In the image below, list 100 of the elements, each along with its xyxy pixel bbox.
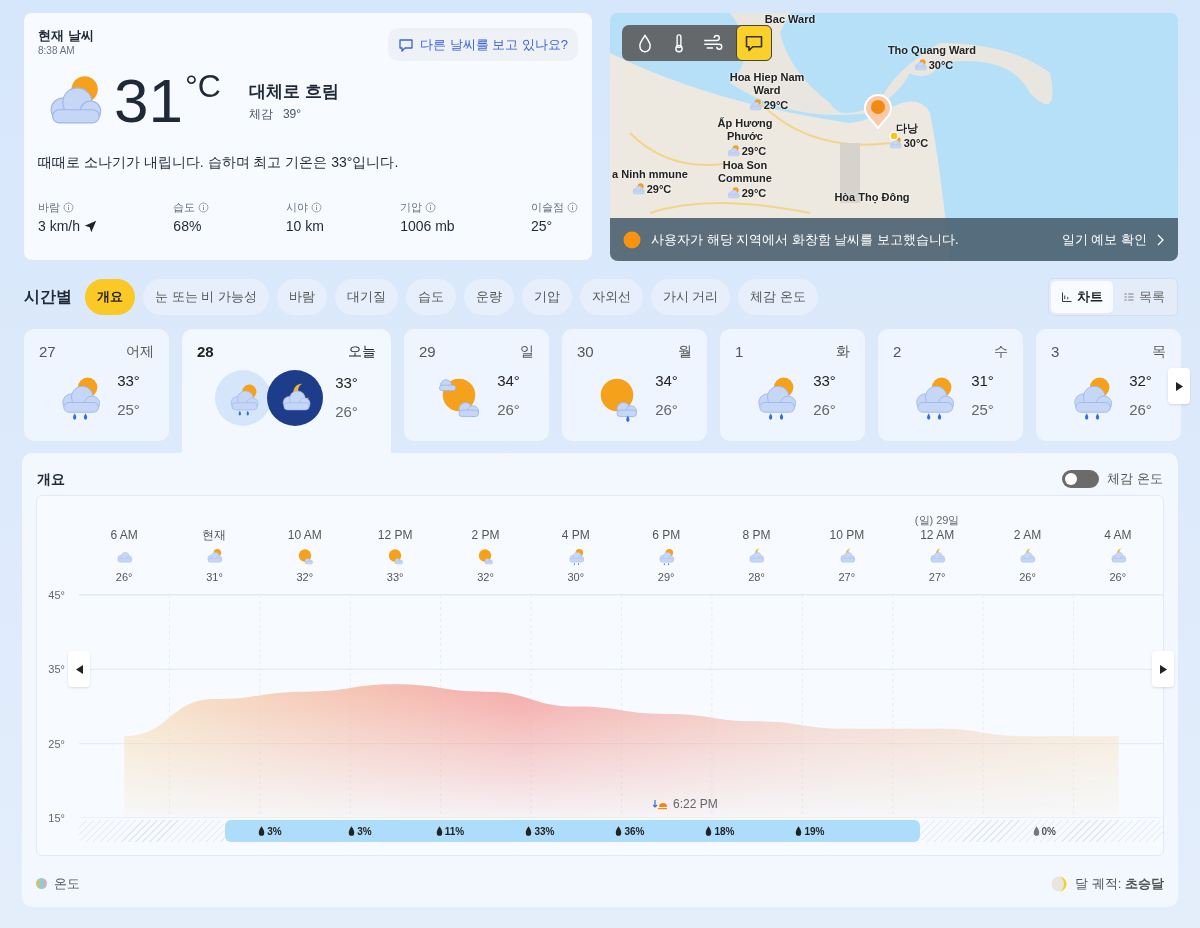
water-drop-icon: [258, 826, 266, 836]
day-name: 일: [520, 342, 534, 361]
day-card[interactable]: 2 수 31° 25°: [878, 329, 1023, 441]
hour-label: 8 PM: [742, 526, 771, 543]
toggle-label: 체감 온도: [1107, 470, 1163, 489]
day-date: 1: [735, 342, 744, 362]
water-drop-icon: [795, 826, 803, 836]
filter-tab[interactable]: 운량: [463, 279, 514, 315]
place-label: Tho Quang Ward: [887, 44, 977, 57]
previous-button[interactable]: [68, 651, 90, 687]
caret-left-icon: [75, 664, 83, 674]
hour-temperature: 26°: [1109, 569, 1127, 585]
weather-summary: 때때로 소나기가 내립니다. 습하며 최고 기온은 33°입니다.: [38, 153, 400, 172]
low-temperature: 26°: [813, 399, 836, 420]
filter-tab[interactable]: 개요: [85, 279, 135, 315]
temperature: 31: [114, 70, 183, 132]
axis-label: 25°: [48, 736, 65, 752]
hour-label: 12 AM: [920, 526, 955, 543]
wind-direction-icon: [84, 219, 97, 233]
axis-label: 35°: [48, 662, 65, 678]
day-card[interactable]: 3 목 32° 26°: [1036, 329, 1181, 441]
chart-icon: [1061, 291, 1073, 303]
info-icon[interactable]: [198, 201, 210, 213]
view-tab[interactable]: 목록: [1113, 281, 1175, 313]
filter-tab[interactable]: 체감 온도: [738, 279, 819, 315]
next-button[interactable]: [1168, 368, 1190, 404]
update-time: 8:38 AM: [38, 44, 76, 57]
caret-right-icon: [1159, 664, 1167, 674]
filter-tab[interactable]: 가시 거리: [650, 279, 731, 315]
day-card[interactable]: 30 월 34° 26°: [562, 329, 707, 441]
forecast-link[interactable]: 일기 예보 확인: [1061, 229, 1165, 250]
low-temperature: 26°: [335, 401, 358, 422]
filter-tab[interactable]: 바람: [276, 279, 327, 315]
filter-tab[interactable]: 눈 또는 비 가능성: [143, 279, 269, 315]
place-label: Hoa Hiep Nam Ward: [728, 71, 806, 97]
water-drop-icon: [1032, 826, 1040, 836]
high-temperature: 32°: [1129, 371, 1152, 391]
chevron-right-icon: [1155, 233, 1165, 246]
day-name: 화: [836, 342, 850, 361]
toggle-switch[interactable]: [1062, 470, 1100, 488]
moon-phase-text: 달 궤적: 초승달: [1075, 875, 1164, 893]
info-icon[interactable]: [310, 201, 322, 213]
section-title: 시간별: [24, 287, 72, 307]
place-label: Bac Ward: [764, 13, 816, 26]
hour-temperature: 32°: [296, 569, 314, 585]
day-name: 어제: [126, 342, 154, 361]
day-name: 수: [994, 342, 1008, 361]
chat-icon: [397, 36, 414, 53]
stat-value: 25°: [531, 216, 553, 236]
panel-title: 개요: [37, 469, 65, 489]
place-label: 다낭: [896, 122, 918, 135]
filter-tab[interactable]: 자외선: [579, 279, 643, 315]
chat-icon: [744, 33, 764, 53]
hour-temperature: 26°: [1019, 569, 1036, 585]
day-date: 27: [39, 342, 56, 362]
low-temperature: 26°: [1129, 399, 1152, 420]
day-card[interactable]: 28 오늘 33° 26°: [182, 329, 391, 453]
day-card[interactable]: 29 일 34° 26°: [404, 329, 549, 441]
place-label: Hòa Thọ Đông: [834, 191, 910, 204]
low-temperature: 25°: [971, 399, 994, 420]
feels-like-label: 체감: [248, 105, 273, 123]
low-temperature: 26°: [497, 399, 520, 420]
hour-temperature: 26°: [115, 569, 133, 585]
day-date: 28: [197, 342, 214, 362]
day-date: 30: [577, 342, 594, 362]
high-temperature: 31°: [971, 371, 994, 391]
day-name: 월: [678, 342, 692, 361]
stat-label: 습도: [173, 200, 196, 215]
place-temperature: 29°C: [763, 98, 789, 112]
filter-tab[interactable]: 기압: [521, 279, 572, 315]
caret-right-icon: [1175, 381, 1183, 391]
high-temperature: 33°: [335, 373, 358, 393]
stat-value: 3 km/h: [38, 216, 80, 236]
feedback-button[interactable]: 다른 날씨를 보고 있나요?: [387, 28, 578, 61]
filter-tab[interactable]: 습도: [405, 279, 456, 315]
next-button[interactable]: [1152, 651, 1174, 687]
day-card[interactable]: 1 화 33° 26°: [720, 329, 865, 441]
hour-temperature: 31°: [206, 569, 223, 585]
sunset-icon: [653, 798, 668, 810]
water-drop-icon: [615, 826, 623, 836]
place-label: a Ninh mmune: [612, 168, 688, 181]
date-label: (일) 29일: [914, 512, 960, 527]
hour-temperature: 32°: [477, 569, 494, 585]
hour-label: 2 PM: [471, 526, 500, 543]
hour-label: 10 PM: [829, 526, 865, 543]
day-card[interactable]: 27 어제 33° 25°: [24, 329, 169, 441]
map-layer-button[interactable]: [736, 25, 772, 61]
axis-label: 45°: [48, 587, 65, 603]
hour-temperature: 30°: [567, 569, 585, 585]
hour-temperature: 27°: [838, 569, 856, 585]
legend-label: 온도: [54, 875, 80, 893]
filter-tab[interactable]: 대기질: [334, 279, 398, 315]
precipitation-chance: 33%: [534, 824, 555, 839]
info-icon[interactable]: [425, 201, 437, 213]
precipitation-chance: 36%: [624, 824, 645, 839]
day-date: 3: [1051, 342, 1060, 362]
place-temperature: 29°C: [741, 186, 767, 200]
info-icon[interactable]: [63, 201, 74, 213]
info-icon[interactable]: [567, 201, 578, 213]
view-tab[interactable]: 차트: [1051, 281, 1113, 313]
